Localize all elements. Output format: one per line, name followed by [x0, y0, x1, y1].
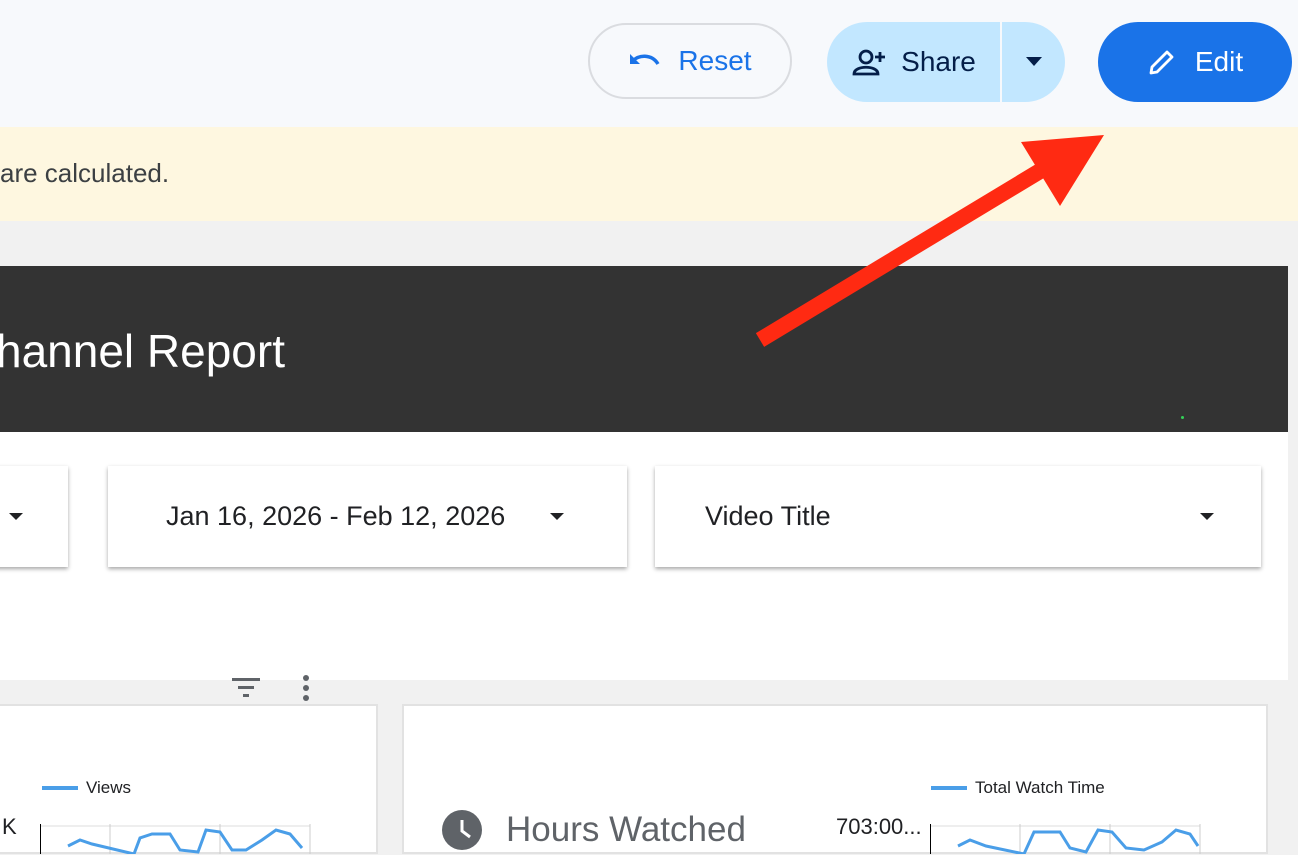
- report-title: hannel Report: [0, 325, 285, 377]
- reset-button[interactable]: Reset: [588, 23, 792, 99]
- share-dropdown-button[interactable]: [1002, 22, 1065, 102]
- views-chart-card[interactable]: Views K: [0, 704, 378, 854]
- undo-icon: [630, 54, 660, 66]
- report-header: hannel Report: [0, 266, 1288, 432]
- reset-label: Reset: [678, 45, 752, 76]
- legend-label: Total Watch Time: [975, 778, 1105, 797]
- watch-time-sparkline: [930, 824, 1201, 854]
- share-button[interactable]: Share: [827, 22, 1002, 102]
- more-vert-icon[interactable]: [302, 674, 310, 702]
- share-button-group: Share: [827, 22, 1065, 102]
- chevron-down-icon: [1200, 513, 1214, 520]
- legend-label: Views: [86, 778, 132, 797]
- chart-legend: Total Watch Time: [931, 778, 1105, 798]
- chevron-down-icon: [9, 513, 23, 520]
- add-person-icon: [852, 49, 886, 76]
- y-axis-tick: K: [2, 814, 17, 839]
- y-axis-tick: 703:00...: [836, 814, 922, 839]
- hours-watched-title: Hours Watched: [506, 810, 746, 849]
- status-dot: [1181, 416, 1184, 419]
- watch-time-card[interactable]: Hours Watched Total Watch Time 703:00...: [402, 704, 1268, 854]
- chevron-down-icon: [1025, 57, 1042, 66]
- channel-dropdown[interactable]: [0, 466, 68, 567]
- edit-label: Edit: [1194, 46, 1244, 77]
- chart-legend: Views: [42, 778, 131, 798]
- share-label: Share: [901, 46, 976, 77]
- top-toolbar: Reset Share Edit: [0, 0, 1298, 127]
- video-title-label: Video Title: [705, 501, 831, 531]
- banner-text: are calculated.: [0, 158, 170, 188]
- date-range-control[interactable]: Jan 16, 2026 - Feb 12, 2026: [108, 466, 627, 567]
- pencil-icon: [1149, 50, 1174, 75]
- views-sparkline: [40, 824, 311, 854]
- info-banner: are calculated.: [0, 127, 1298, 221]
- clock-icon: [442, 810, 482, 850]
- filter-icon[interactable]: [230, 676, 262, 700]
- edit-button[interactable]: Edit: [1098, 22, 1292, 102]
- report-canvas: hannel Report Jan 16, 2026 - Feb 12, 202…: [0, 266, 1288, 854]
- chevron-down-icon: [550, 513, 564, 520]
- date-range-value: Jan 16, 2026 - Feb 12, 2026: [166, 501, 506, 531]
- chart-toolbar: [230, 674, 310, 702]
- legend-swatch: [931, 786, 967, 790]
- legend-swatch: [42, 786, 78, 790]
- video-title-dropdown[interactable]: Video Title: [655, 466, 1261, 567]
